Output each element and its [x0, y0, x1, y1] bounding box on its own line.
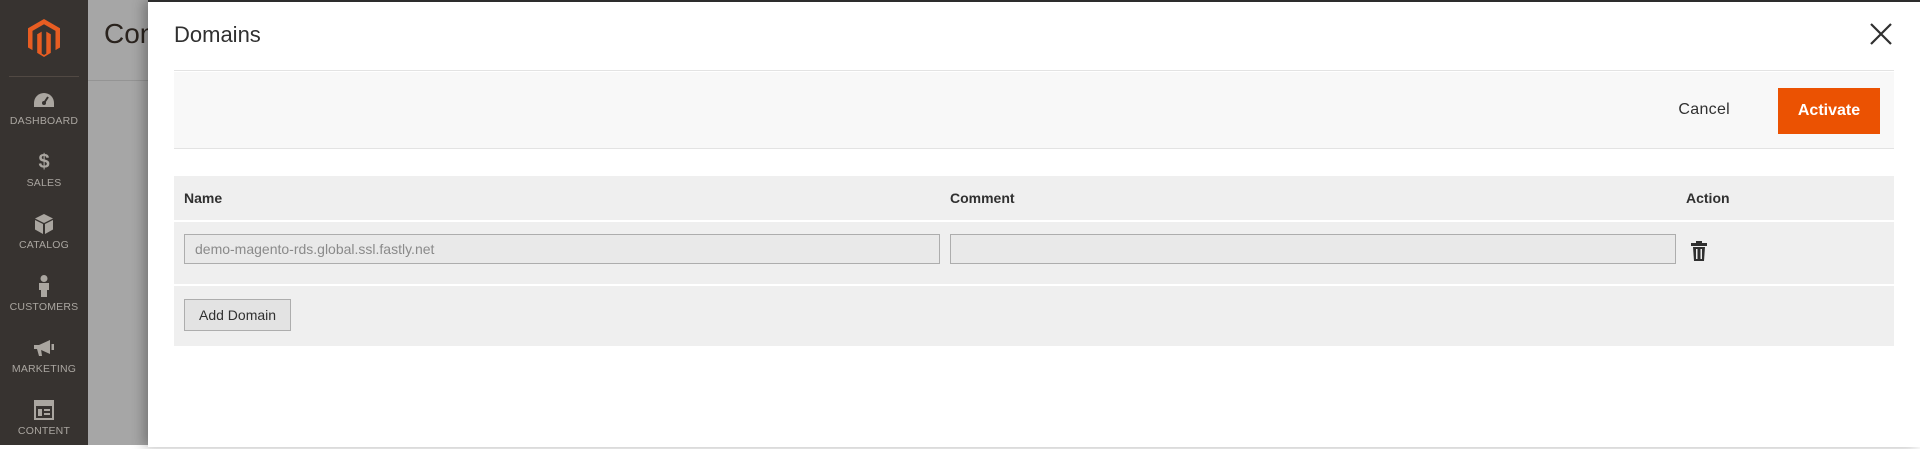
column-header-name: Name [184, 190, 223, 206]
column-header-action: Action [1686, 190, 1730, 206]
delete-row-button[interactable] [1690, 241, 1708, 261]
box-icon [35, 213, 53, 235]
column-header-comment: Comment [950, 190, 1015, 206]
domain-comment-field[interactable] [950, 234, 1676, 264]
sidebar-item-label: CUSTOMERS [9, 301, 79, 313]
layout-icon [34, 399, 54, 421]
domains-modal: Domains Cancel Activate Name Comment Act… [148, 0, 1920, 447]
person-icon [37, 275, 51, 297]
sidebar-item-customers[interactable]: CUSTOMERS [0, 263, 88, 325]
magento-logo[interactable] [9, 0, 79, 77]
close-icon [1870, 23, 1892, 45]
sidebar-item-sales[interactable]: $ SALES [0, 139, 88, 201]
trash-icon [1691, 241, 1707, 261]
sidebar-item-label: DASHBOARD [9, 115, 79, 127]
modal-header: Domains [174, 2, 1894, 71]
table-row: demo-magento-rds.global.ssl.fastly.net [174, 222, 1894, 286]
sidebar-item-marketing[interactable]: MARKETING [0, 325, 88, 387]
sidebar-item-label: SALES [26, 177, 62, 189]
sidebar-item-label: MARKETING [11, 363, 77, 375]
megaphone-icon [33, 337, 55, 359]
magento-logo-icon [28, 19, 60, 57]
modal-title: Domains [174, 22, 261, 47]
activate-button[interactable]: Activate [1778, 88, 1880, 134]
grid-footer: Add Domain [174, 286, 1894, 346]
admin-sidebar: DASHBOARD $ SALES CATALOG CUSTOMERS MARK… [0, 0, 88, 445]
dollar-icon: $ [38, 150, 50, 173]
cancel-button[interactable]: Cancel [1668, 90, 1740, 130]
dashboard-icon [33, 89, 55, 111]
sidebar-item-label: CONTENT [17, 425, 71, 437]
sidebar-item-content[interactable]: CONTENT [0, 387, 88, 449]
sidebar-item-label: CATALOG [18, 239, 70, 251]
modal-action-bar: Cancel Activate [174, 72, 1894, 149]
add-domain-button[interactable]: Add Domain [184, 299, 292, 331]
sidebar-item-dashboard[interactable]: DASHBOARD [0, 77, 88, 139]
domain-name-field[interactable]: demo-magento-rds.global.ssl.fastly.net [184, 234, 940, 264]
sidebar-item-catalog[interactable]: CATALOG [0, 201, 88, 263]
domains-grid: Name Comment Action demo-magento-rds.glo… [174, 176, 1894, 346]
close-button[interactable] [1867, 20, 1895, 48]
grid-header: Name Comment Action [174, 176, 1894, 222]
